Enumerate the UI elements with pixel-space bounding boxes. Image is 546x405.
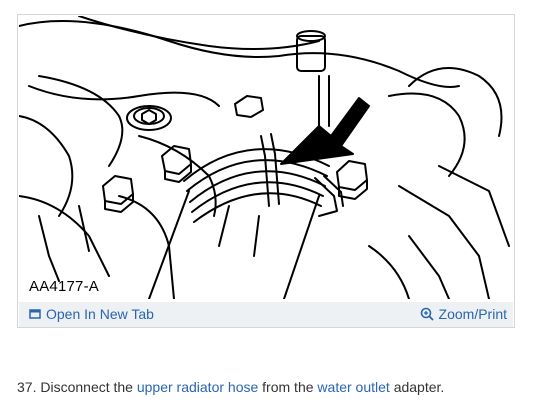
hose-clamp-drawing [19,16,510,299]
figure-id-label: AA4177-A [29,278,99,295]
technical-illustration[interactable]: AA4177-A [19,16,513,299]
open-in-new-tab-label: Open In New Tab [46,306,154,322]
upper-radiator-hose-link[interactable]: upper radiator hose [137,379,258,395]
magnifier-plus-icon [420,307,434,321]
step-text-after: adapter. [393,379,445,395]
step-text-before: Disconnect the [40,379,133,395]
open-in-new-tab-link[interactable]: Open In New Tab [29,306,154,322]
figure-action-bar: Open In New Tab Zoom/Print [19,302,513,327]
figure-card: AA4177-A Open In New Tab Zoom/Print [17,14,515,328]
water-outlet-link[interactable]: water outlet [317,379,389,395]
step-text-middle: from the [262,379,314,395]
zoom-print-link[interactable]: Zoom/Print [420,306,507,322]
step-instruction: 37. Disconnect the upper radiator hose f… [17,379,444,395]
external-window-icon [29,308,41,320]
zoom-print-label: Zoom/Print [438,306,507,322]
step-number: 37. [17,379,37,395]
